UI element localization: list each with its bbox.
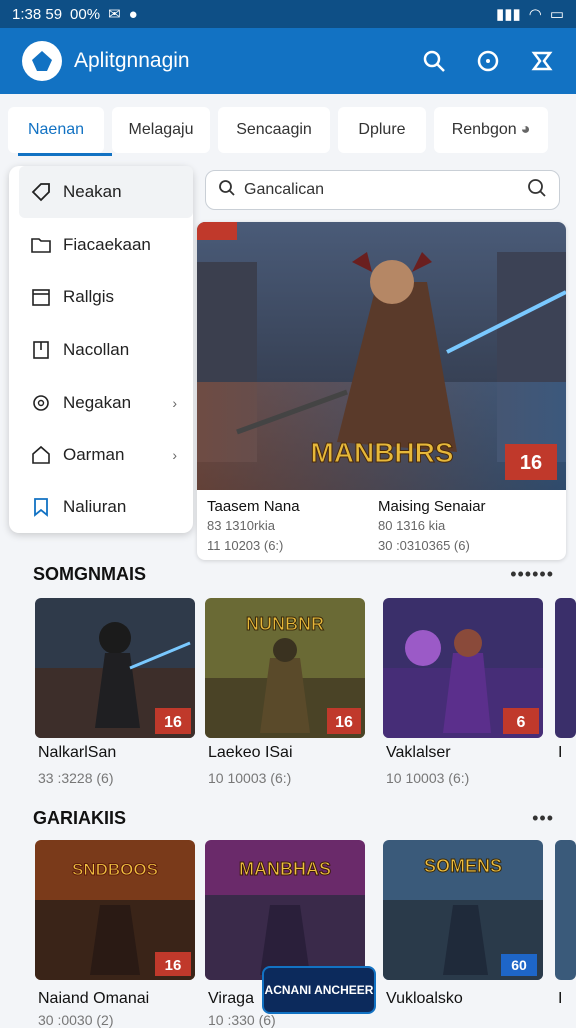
- dropdown-menu: Neakan Fiacaekaan Rallgis Nacollan Negak…: [9, 166, 193, 533]
- search-submit-icon[interactable]: [527, 178, 547, 203]
- settings-icon: [29, 391, 53, 415]
- menu-item-label: Nacollan: [63, 340, 130, 359]
- card-title: Naiand Omanai: [38, 990, 150, 1007]
- search-icon[interactable]: [414, 41, 454, 81]
- card-badge: 16: [164, 714, 182, 731]
- featured-item-2-meta: 30 :0310365 (6): [378, 538, 470, 553]
- active-tab-indicator: [18, 153, 112, 156]
- game-card-thumbnail[interactable]: [555, 598, 576, 738]
- status-bar: 1:38 59 00% ✉ ● ▮▮▮ ◠ ▭: [0, 0, 576, 28]
- home-icon: [29, 443, 53, 467]
- featured-item-1-title: Taasem Nana: [207, 498, 300, 515]
- menu-item-4[interactable]: Nacollan: [19, 324, 193, 376]
- section-title: SOMGNMAIS: [33, 564, 147, 584]
- card-banner-text: SNDBOOS: [72, 860, 158, 879]
- featured-item-2-subtitle: 80 1316 kia: [378, 518, 446, 533]
- chevron-right-icon: ›: [172, 447, 177, 463]
- card-meta: 33 :3228 (6): [38, 770, 114, 786]
- featured-banner-image: MANBHRS 16: [197, 222, 566, 490]
- signal-icon: ▮▮▮: [495, 6, 521, 23]
- featured-banner-title: MANBHRS: [310, 437, 453, 468]
- bookmark-icon: [29, 495, 53, 519]
- menu-item-label: Neakan: [63, 182, 122, 201]
- card-title: Laekeo ISai: [208, 744, 293, 761]
- card-badge: 6: [517, 714, 526, 731]
- search-input[interactable]: Gancalican: [244, 181, 527, 199]
- menu-item-label: Oarman: [63, 445, 125, 464]
- tab-4[interactable]: Dplure: [338, 107, 426, 153]
- card-title: I: [558, 744, 563, 761]
- status-time: 1:38 59: [12, 5, 63, 23]
- wifi-icon: ◠: [528, 6, 542, 23]
- battery-text: 00%: [70, 5, 101, 23]
- card-title: NalkarlSan: [38, 744, 117, 761]
- folder-icon: [29, 233, 53, 257]
- menu-item-label: Naliuran: [63, 497, 127, 516]
- card-meta: 10 10003 (6:): [386, 770, 470, 786]
- featured-item-1-subtitle: 83 1310rkia: [207, 518, 275, 533]
- menu-item-7[interactable]: Naliuran: [19, 481, 193, 533]
- menu-item-label: Rallgis: [63, 287, 115, 306]
- search-field[interactable]: Gancalican: [205, 170, 560, 210]
- featured-item-2-title: Maising Senaiar: [378, 498, 486, 515]
- battery-icon: ▭: [549, 6, 564, 23]
- card-meta: 30 :0030 (2): [38, 1012, 114, 1028]
- search-icon: [218, 179, 236, 202]
- tab-3[interactable]: Sencaagin: [218, 107, 330, 153]
- notification-icon-2: ●: [128, 5, 138, 23]
- tab-5-label: Renbgon: [451, 121, 517, 138]
- featured-card[interactable]: MANBHRS 16 Taasem Nana 83 1310rkia 11 10…: [197, 222, 566, 560]
- floating-logo-text: ACNANI ANCHEER: [264, 983, 374, 997]
- tab-bar: Naenan Melagaju Sencaagin Dplure Renbgon…: [8, 104, 568, 156]
- card-badge: 16: [335, 714, 353, 731]
- calendar-icon: [29, 285, 53, 309]
- menu-item-2[interactable]: Fiacaekaan: [19, 219, 193, 271]
- card-meta: 10 10003 (6:): [208, 770, 292, 786]
- app-bar: Aplitgnnagin: [0, 28, 576, 94]
- svg-text:NUNBNR: NUNBNR: [246, 614, 324, 634]
- card-badge: 60: [511, 957, 527, 973]
- card-title: Vaklalser: [386, 744, 451, 761]
- tab-5-icon: ◕: [520, 121, 531, 138]
- game-card-thumbnail[interactable]: SNDBOOS 16: [35, 840, 195, 980]
- menu-item-5[interactable]: Negakan ›: [19, 377, 193, 429]
- chevron-right-icon: ›: [172, 395, 177, 411]
- card-title: Vukloalsko: [386, 990, 463, 1007]
- card-banner-text: SOMENS: [424, 856, 502, 876]
- notification-icon: ✉: [108, 6, 121, 23]
- floating-logo-badge[interactable]: ACNANI ANCHEER: [262, 966, 376, 1014]
- card-title: Viraga: [208, 990, 254, 1007]
- tag-icon: [29, 180, 53, 204]
- card-meta: 10 :330 (6): [208, 1012, 276, 1028]
- menu-grid-icon[interactable]: [522, 41, 562, 81]
- tab-2[interactable]: Melagaju: [112, 107, 210, 153]
- more-icon[interactable]: ••••••: [510, 564, 554, 585]
- menu-item-label: Fiacaekaan: [63, 235, 151, 254]
- game-card-thumbnail[interactable]: MANBHAS: [205, 840, 365, 980]
- game-card-thumbnail[interactable]: 6: [383, 598, 543, 738]
- game-card-thumbnail[interactable]: [555, 840, 576, 980]
- featured-badge: 16: [520, 452, 542, 474]
- app-logo-icon[interactable]: [22, 41, 62, 81]
- document-icon: [29, 338, 53, 362]
- game-card-thumbnail[interactable]: SOMENS 60: [383, 840, 543, 980]
- tab-5[interactable]: Renbgon ◕: [434, 107, 548, 153]
- menu-item-1[interactable]: Neakan: [19, 166, 193, 218]
- card-banner-text: MANBHAS: [239, 859, 331, 879]
- card-badge: 16: [165, 957, 182, 974]
- section-title: GARIAKIIS: [33, 808, 127, 828]
- menu-item-6[interactable]: Oarman ›: [19, 429, 193, 481]
- game-card-thumbnail[interactable]: 16: [35, 598, 195, 738]
- explore-icon[interactable]: [468, 41, 508, 81]
- app-title: Aplitgnnagin: [74, 49, 190, 72]
- card-title: I: [558, 990, 563, 1007]
- menu-item-3[interactable]: Rallgis: [19, 271, 193, 323]
- more-icon[interactable]: •••: [532, 808, 554, 829]
- featured-item-1-meta: 11 10203 (6:): [207, 538, 284, 553]
- game-card-thumbnail[interactable]: NUNBNR 16: [205, 598, 365, 738]
- tab-1[interactable]: Naenan: [8, 107, 104, 153]
- menu-item-label: Negakan: [63, 393, 132, 412]
